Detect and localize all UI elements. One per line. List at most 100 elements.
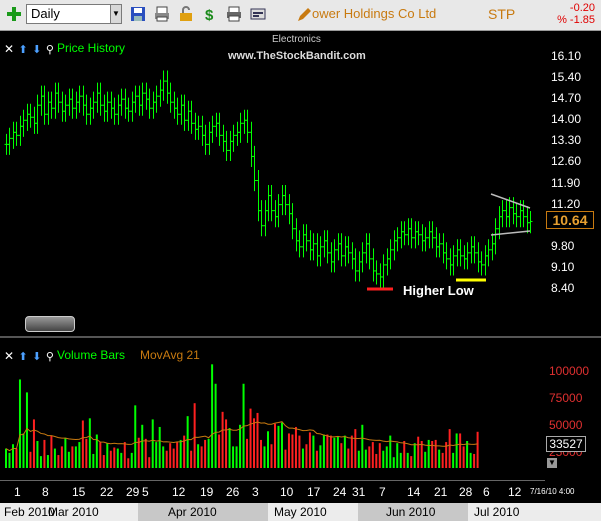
price-bar [158, 79, 163, 107]
price-bar [500, 200, 505, 228]
volume-bar [169, 443, 172, 468]
price-bar [353, 248, 358, 282]
add-icon[interactable] [5, 5, 23, 23]
date-tick-label: 22 [100, 485, 114, 499]
date-tick-label: 26 [226, 485, 240, 499]
volume-bar [410, 456, 413, 468]
price-bar [472, 236, 477, 264]
keyboard-icon[interactable] [250, 6, 266, 22]
price-bar [161, 70, 166, 101]
price-bar [200, 115, 205, 146]
date-tick-label: 15 [72, 485, 86, 499]
price-bar [46, 91, 51, 125]
price-bar [437, 233, 442, 258]
price-bar [207, 121, 212, 155]
volume-bar [260, 439, 263, 468]
volume-bar [277, 425, 280, 468]
price-bar [231, 124, 236, 152]
price-bar [263, 200, 268, 237]
price-bar [137, 85, 142, 116]
price-axis-label: 9.80 [551, 238, 575, 253]
price-bar [221, 124, 226, 152]
volume-bar [340, 443, 343, 468]
print-icon[interactable] [226, 6, 242, 22]
date-tick-label: 24 [333, 485, 347, 499]
volume-bar [11, 444, 14, 468]
price-bar [256, 169, 261, 222]
price-bar [133, 85, 138, 113]
volume-bar [308, 432, 311, 468]
volume-bar [193, 403, 196, 468]
price-bar [116, 94, 121, 125]
price-bar [367, 233, 372, 270]
price-bar [343, 236, 348, 267]
volume-bar [162, 446, 165, 468]
volume-bar [8, 452, 11, 468]
price-bar [217, 112, 222, 146]
volume-bar [5, 448, 7, 468]
price-bar [154, 85, 159, 113]
price-bar [245, 109, 250, 143]
price-bar [448, 248, 453, 276]
print-preview-icon[interactable] [154, 6, 170, 22]
price-bar [81, 85, 86, 116]
price-bar [413, 221, 418, 249]
price-bar [329, 242, 334, 273]
price-bar [385, 248, 390, 276]
volume-bar [417, 436, 420, 468]
svg-text:$: $ [205, 7, 214, 22]
price-bar [318, 236, 323, 267]
period-select[interactable]: Daily [26, 4, 122, 24]
price-bar [28, 103, 33, 128]
volume-bar [319, 445, 322, 468]
volume-bar [291, 434, 294, 468]
volume-bar [413, 443, 416, 468]
pencil-icon[interactable] [296, 7, 312, 23]
save-icon[interactable] [130, 6, 146, 22]
dollar-icon[interactable]: $ [202, 6, 218, 22]
price-axis-label: 16.10 [551, 49, 582, 63]
price-bar [308, 230, 313, 261]
zoom-slider[interactable] [25, 316, 75, 332]
price-bar [95, 82, 100, 113]
price-bar [252, 145, 257, 192]
volume-bar [18, 379, 21, 468]
price-bar [42, 85, 47, 125]
dropdown-icon[interactable]: ▼ [110, 4, 122, 24]
volume-bar [263, 446, 266, 468]
price-bar [493, 218, 498, 255]
volume-bar [364, 449, 367, 468]
price-bar [67, 88, 72, 116]
price-bar [462, 245, 467, 270]
price-bar [249, 121, 254, 167]
price-bar [364, 233, 369, 264]
volume-bar [284, 449, 287, 468]
price-bar [273, 200, 278, 228]
price-bar [455, 239, 460, 267]
volume-bar [74, 446, 77, 468]
price-axis-label: 11.20 [551, 196, 581, 211]
price-bar [430, 221, 435, 249]
volume-bar [375, 453, 378, 468]
price-bar [175, 97, 180, 125]
x-axis-line [0, 480, 545, 481]
volume-bar [29, 451, 32, 468]
price-bar [168, 82, 173, 113]
price-bar [451, 245, 456, 276]
panel-divider[interactable] [0, 336, 601, 338]
date-tick-label: 17 [307, 485, 321, 499]
volume-bar [312, 435, 315, 468]
volume-bar [32, 419, 35, 468]
price-bar [371, 248, 376, 282]
volume-bar [204, 439, 207, 468]
lock-icon[interactable] [178, 6, 194, 22]
scroll-down-icon[interactable]: ▼ [547, 458, 557, 468]
price-bar [287, 194, 292, 225]
date-tick-label: 21 [434, 485, 448, 499]
volume-bar [190, 450, 193, 468]
volume-bar [78, 442, 81, 468]
price-bar [74, 91, 79, 119]
volume-bar [333, 437, 336, 468]
volume-bar [151, 419, 154, 468]
date-tick-label: 6 [483, 485, 490, 499]
